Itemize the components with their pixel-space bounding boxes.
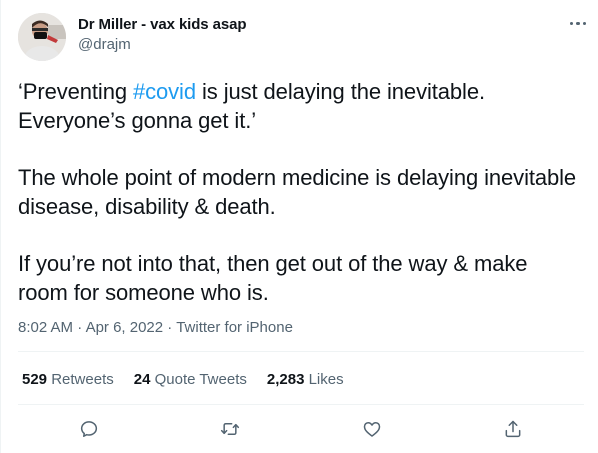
share-button[interactable] <box>496 412 530 446</box>
tweet-actions <box>18 412 584 446</box>
likes-count: 2,283 <box>266 371 305 388</box>
author-display-name[interactable]: Dr Miller - vax kids asap <box>78 15 247 35</box>
meta-separator: · <box>73 319 86 336</box>
tweet-text: ‘Preventing #covid is just delaying the … <box>18 77 583 307</box>
reply-icon <box>80 421 98 437</box>
tweet-text-segment: ‘Preventing <box>18 79 133 104</box>
retweets-label: Retweets <box>51 371 114 388</box>
reply-button[interactable] <box>72 412 106 446</box>
meta-separator: · <box>163 319 177 336</box>
tweet-stats: 529 Retweets 24 Quote Tweets 2,283 Likes <box>22 370 344 390</box>
retweets-count: 529 <box>22 371 48 388</box>
author-names: Dr Miller - vax kids asap @drajm <box>78 15 247 55</box>
quotes-label: Quote Tweets <box>154 371 247 388</box>
tweet-source[interactable]: Twitter for iPhone <box>176 319 293 336</box>
avatar[interactable] <box>18 13 66 61</box>
retweet-icon <box>220 423 240 435</box>
retweet-button[interactable] <box>213 412 247 446</box>
tweet-paragraph-3: If you’re not into that, then get out of… <box>18 251 528 305</box>
avatar-image <box>18 13 66 61</box>
hashtag-link[interactable]: #covid <box>133 79 196 104</box>
tweet-date[interactable]: Apr 6, 2022 <box>86 319 164 336</box>
tweet-paragraph-1: ‘Preventing #covid is just delaying the … <box>18 77 583 135</box>
likes-label: Likes <box>308 371 344 388</box>
likes-stat[interactable]: 2,283 Likes <box>267 370 344 390</box>
share-icon <box>505 420 521 438</box>
more-horizontal-icon[interactable] <box>568 17 588 31</box>
tweet-time[interactable]: 8:02 AM <box>18 319 73 336</box>
tweet-header: Dr Miller - vax kids asap @drajm <box>18 13 588 61</box>
retweets-stat[interactable]: 529 Retweets <box>22 370 114 390</box>
tweet-detail: Dr Miller - vax kids asap @drajm ‘Preven… <box>0 0 598 453</box>
tweet-metadata: 8:02 AM · Apr 6, 2022 · Twitter for iPho… <box>18 318 293 338</box>
divider <box>18 351 584 352</box>
heart-icon <box>363 422 381 437</box>
quote-tweets-stat[interactable]: 24 Quote Tweets <box>134 370 247 390</box>
quotes-count: 24 <box>133 371 151 388</box>
author-handle[interactable]: @drajm <box>78 35 246 55</box>
divider <box>18 404 584 405</box>
like-button[interactable] <box>355 412 389 446</box>
tweet-paragraph-2: The whole point of modern medicine is de… <box>18 165 577 219</box>
